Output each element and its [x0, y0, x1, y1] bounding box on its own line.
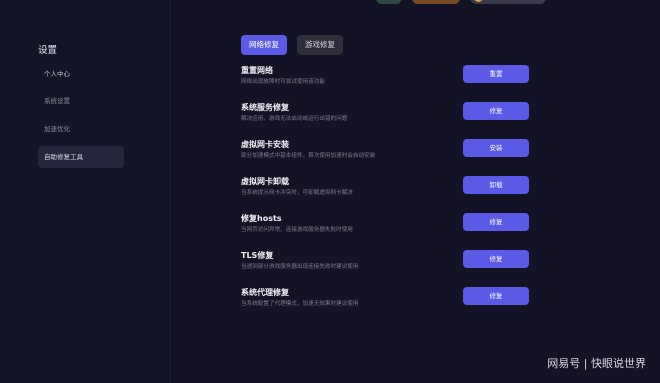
reset-button[interactable]: 重置	[463, 65, 529, 83]
sidebar-title: 设置	[38, 45, 58, 56]
top-badge-icon[interactable]	[376, 0, 402, 4]
row-title: 虚拟网卡安装	[241, 140, 289, 149]
user-avatar-pill[interactable]	[470, 0, 546, 4]
sidebar-item-acceleration[interactable]: 加速优化	[38, 118, 124, 140]
repair-button[interactable]: 修复	[463, 250, 529, 268]
row-description: 当系统配置了代理模式，加速无效果时建议使用	[241, 301, 359, 307]
row-title: TLS修复	[241, 251, 274, 260]
repair-button[interactable]: 修复	[463, 287, 529, 305]
repair-row-uninstall-adapter: 虚拟网卡卸载 当系统提示网卡冲突时，可卸载虚拟网卡解决 卸载	[241, 176, 541, 200]
repair-row-reset-network: 重置网络 网络出现故障时可尝试使用该功能 重置	[241, 65, 541, 89]
repair-row-tls: TLS修复 当遇到部分游戏服务器出现连接失败时建议使用 修复	[241, 250, 541, 274]
row-description: 网络出现故障时可尝试使用该功能	[241, 79, 325, 85]
sidebar-item-personal-center[interactable]: 个人中心	[38, 63, 124, 85]
uninstall-button[interactable]: 卸载	[463, 176, 529, 194]
row-description: 当系统提示网卡冲突时，可卸载虚拟网卡解决	[241, 190, 353, 196]
repair-row-system-service: 系统服务修复 解决应用、游戏无法启动或运行出错的问题 修复	[241, 102, 541, 126]
sidebar-item-system-settings[interactable]: 系统设置	[38, 90, 124, 112]
row-description: 当遇到部分游戏服务器出现连接失败时建议使用	[241, 264, 359, 270]
repair-row-system-proxy: 系统代理修复 当系统配置了代理模式，加速无效果时建议使用 修复	[241, 287, 541, 311]
repair-button[interactable]: 修复	[463, 213, 529, 231]
repair-row-hosts: 修复hosts 当网页访问异常、连接游戏服务器失败时使用 修复	[241, 213, 541, 237]
tab-game-repair[interactable]: 游戏修复	[297, 35, 343, 55]
install-button[interactable]: 安装	[463, 139, 529, 157]
top-badge-icon[interactable]	[412, 0, 460, 4]
row-title: 系统服务修复	[241, 103, 289, 112]
repair-button[interactable]: 修复	[463, 102, 529, 120]
watermark: 网易号 | 快眼说世界	[547, 357, 646, 370]
row-description: 当网页访问异常、连接游戏服务器失败时使用	[241, 227, 353, 233]
row-title: 系统代理修复	[241, 288, 289, 297]
sidebar-item-repair-tools[interactable]: 自助修复工具	[38, 146, 124, 168]
repair-row-install-adapter: 虚拟网卡安装 部分加速模式中基本组件，首次使用加速时会自动安装 安装	[241, 139, 541, 163]
row-description: 部分加速模式中基本组件，首次使用加速时会自动安装	[241, 153, 376, 159]
row-title: 修复hosts	[241, 214, 282, 223]
settings-sidebar: 设置 个人中心 系统设置 加速优化 自助修复工具	[0, 0, 171, 383]
tab-network-repair[interactable]: 网络修复	[241, 35, 287, 55]
row-description: 解决应用、游戏无法启动或运行出错的问题	[241, 116, 348, 122]
row-title: 重置网络	[241, 66, 273, 75]
row-title: 虚拟网卡卸载	[241, 177, 289, 186]
